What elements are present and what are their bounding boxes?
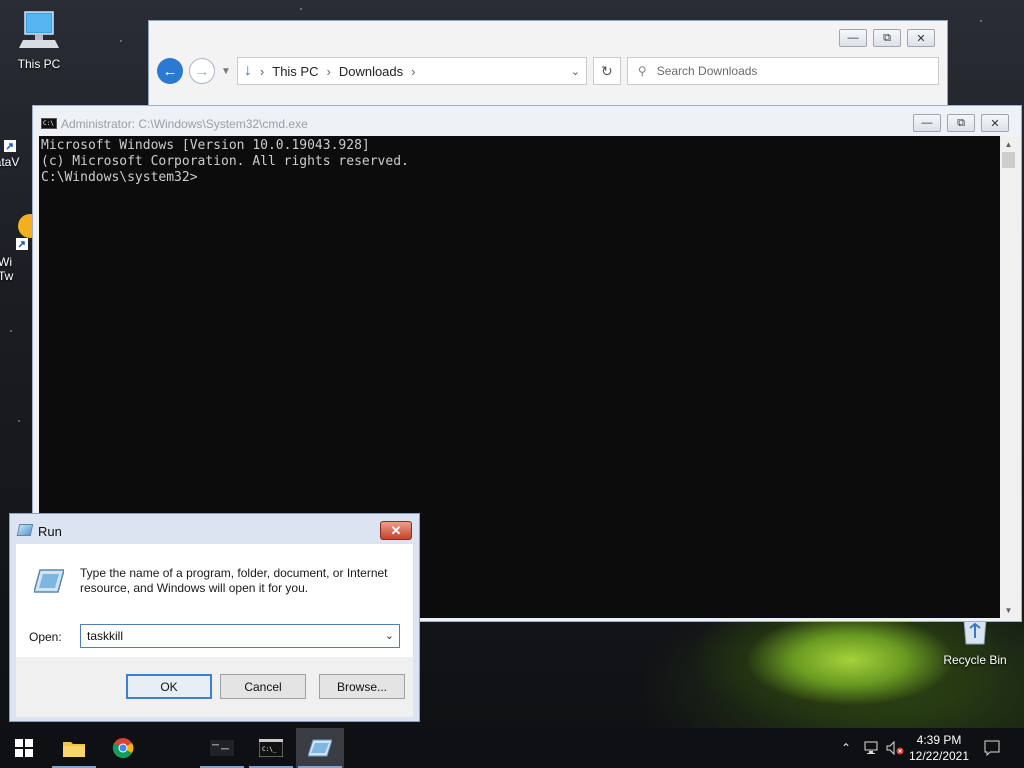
minimize-button[interactable]: —: [913, 114, 941, 132]
breadcrumb-separator: ›: [411, 63, 416, 79]
breadcrumb-downloads[interactable]: Downloads: [339, 64, 403, 79]
windows-logo-icon: [15, 739, 33, 757]
address-row: ← → ▼ ↓ › This PC › Downloads › ⌄ ↻ ⚲ Se…: [157, 55, 939, 87]
minimize-icon: —: [847, 32, 859, 44]
close-button[interactable]: ✕: [380, 521, 412, 540]
star: [120, 40, 122, 42]
taskbar-chrome[interactable]: [99, 728, 147, 768]
chevron-down-icon[interactable]: ⌄: [571, 65, 580, 78]
taskbar-run[interactable]: [296, 728, 344, 768]
cmd-title: Administrator: C:\Windows\System32\cmd.e…: [61, 117, 308, 131]
notification-icon: [984, 740, 1000, 756]
close-button[interactable]: ✕: [981, 114, 1009, 132]
run-body: Type the name of a program, folder, docu…: [16, 544, 413, 657]
monitor-icon: [19, 11, 59, 48]
scroll-up-icon[interactable]: ▲: [1000, 136, 1017, 152]
back-button[interactable]: ←: [157, 58, 183, 84]
run-description: Type the name of a program, folder, docu…: [80, 566, 388, 595]
taskbar-clock[interactable]: 4:39 PM 12/22/2021: [898, 732, 980, 764]
console-line: (c) Microsoft Corporation. All rights re…: [41, 154, 409, 169]
run-titlebar[interactable]: Run ✕: [10, 514, 419, 544]
taskbar: C:\_ ⌃ 4:39 PM 12/22/2021: [0, 728, 1024, 768]
chevron-down-icon[interactable]: ⌄: [385, 629, 394, 642]
close-button[interactable]: ✕: [907, 29, 935, 47]
window-controls: — ⧉ ✕: [913, 114, 1009, 132]
taskbar-file-explorer[interactable]: [50, 728, 98, 768]
star: [10, 330, 12, 332]
folder-icon: [63, 742, 85, 757]
cmd-titlebar[interactable]: C:\ Administrator: C:\Windows\System32\c…: [33, 106, 1021, 136]
download-arrow-icon: ↓: [243, 62, 252, 79]
network-button[interactable]: [860, 728, 882, 768]
cmd-icon: C:\_: [259, 739, 283, 757]
restore-button[interactable]: ⧉: [873, 29, 901, 47]
open-label: Open:: [29, 630, 62, 644]
clock-date: 12/22/2021: [908, 749, 970, 763]
open-input[interactable]: taskkill ⌄: [80, 624, 400, 648]
window-controls: — ⧉ ✕: [839, 29, 935, 47]
arrow-left-icon: ←: [162, 62, 178, 80]
ok-button[interactable]: OK: [126, 674, 212, 699]
breadcrumb-separator: ›: [259, 63, 265, 79]
star: [300, 8, 302, 10]
recent-locations-dropdown[interactable]: ▼: [221, 66, 231, 77]
svg-text:C:\_: C:\_: [262, 746, 277, 753]
browse-button[interactable]: Browse...: [319, 674, 405, 699]
start-button[interactable]: [0, 728, 48, 768]
close-icon: ✕: [916, 32, 926, 45]
scroll-down-icon[interactable]: ▼: [1000, 602, 1017, 618]
star: [980, 20, 982, 22]
desktop-icon-label: Recycle Bin: [943, 653, 1007, 667]
breadcrumb-this-pc[interactable]: This PC: [272, 64, 318, 79]
restore-button[interactable]: ⧉: [947, 114, 975, 132]
chrome-icon: [112, 738, 134, 759]
run-icon: [308, 739, 332, 757]
terminal-icon: [210, 740, 234, 756]
arrow-right-icon: →: [194, 62, 210, 80]
console-line: Microsoft Windows [Version 10.0.19043.92…: [41, 138, 370, 153]
close-icon: ✕: [390, 522, 402, 538]
file-explorer-window[interactable]: — ⧉ ✕ ← → ▼ ↓ › This PC › Downloads › ⌄ …: [148, 20, 948, 115]
star: [18, 420, 20, 422]
open-input-value: taskkill: [87, 629, 124, 643]
minimize-button[interactable]: —: [839, 29, 867, 47]
run-footer: OK Cancel Browse...: [16, 657, 413, 717]
breadcrumb-separator: ›: [326, 63, 331, 79]
desktop-icon-label: This PC: [17, 57, 61, 71]
taskbar-terminal[interactable]: [198, 728, 246, 768]
address-bar[interactable]: ↓ › This PC › Downloads › ⌄: [236, 57, 587, 85]
run-icon: [16, 524, 34, 536]
clock-time: 4:39 PM: [916, 733, 962, 747]
taskbar-cmd[interactable]: C:\_: [247, 728, 295, 768]
run-title: Run: [38, 524, 62, 539]
cmd-icon: C:\: [41, 118, 57, 129]
console-prompt: C:\Windows\system32>: [41, 170, 198, 185]
cancel-button[interactable]: Cancel: [220, 674, 306, 699]
refresh-icon: ↻: [601, 62, 613, 79]
desktop-icon-recycle-bin[interactable]: Recycle Bin: [940, 619, 1010, 667]
scroll-thumb[interactable]: [1002, 152, 1015, 168]
action-center-button[interactable]: [978, 728, 1006, 768]
recycle-bin-icon: [963, 619, 987, 645]
show-hidden-icons-button[interactable]: ⌃: [836, 728, 856, 768]
network-icon: [864, 741, 878, 754]
desktop-icon-label: Wi Tw: [0, 255, 14, 283]
restore-icon: ⧉: [883, 31, 891, 44]
chevron-up-icon: ⌃: [840, 741, 852, 755]
search-icon: ⚲: [637, 64, 647, 78]
vertical-scrollbar[interactable]: ▲ ▼: [1000, 136, 1017, 618]
restore-icon: ⧉: [957, 116, 965, 129]
desktop-icon-this-pc[interactable]: This PC: [4, 10, 74, 71]
forward-button[interactable]: →: [189, 58, 215, 84]
search-placeholder: Search Downloads: [656, 64, 758, 78]
search-box[interactable]: ⚲ Search Downloads: [626, 57, 939, 85]
minimize-icon: —: [921, 117, 933, 129]
run-dialog[interactable]: Run ✕ Type the name of a program, folder…: [9, 513, 420, 722]
run-program-icon: [34, 569, 64, 593]
refresh-button[interactable]: ↻: [592, 57, 621, 85]
shortcut-arrow-icon: [4, 140, 16, 152]
close-icon: ✕: [990, 117, 1000, 130]
